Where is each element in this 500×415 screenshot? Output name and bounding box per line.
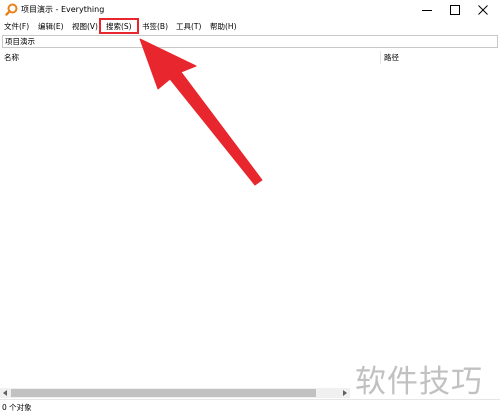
results-list[interactable] xyxy=(0,64,500,386)
window-title: 项目演示 - Everything xyxy=(21,5,105,14)
results-header: 名称 路径 xyxy=(0,51,500,64)
menu-tools[interactable]: 工具(T) xyxy=(176,21,201,32)
menu-file[interactable]: 文件(F) xyxy=(4,21,29,32)
menu-bookmarks[interactable]: 书签(B) xyxy=(142,21,168,32)
menu-bar: 文件(F) 编辑(E) 视图(V) 搜索(S) 书签(B) 工具(T) 帮助(H… xyxy=(0,20,500,33)
scrollbar-thumb[interactable] xyxy=(11,389,316,397)
column-divider[interactable] xyxy=(380,51,381,64)
watermark: 软件技巧 xyxy=(355,364,483,400)
menu-edit[interactable]: 编辑(E) xyxy=(38,21,64,32)
horizontal-scrollbar[interactable] xyxy=(0,388,350,398)
column-header-name[interactable]: 名称 xyxy=(4,52,19,63)
annotation-highlight-box xyxy=(99,18,139,34)
maximize-icon xyxy=(450,5,460,15)
title-bar: 项目演示 - Everything xyxy=(0,0,500,20)
everything-magnifier-icon xyxy=(5,3,18,16)
status-text: 0 个对象 xyxy=(2,403,32,412)
column-header-path[interactable]: 路径 xyxy=(384,52,399,63)
close-icon xyxy=(478,5,488,15)
app-window: 项目演示 - Everything 文件(F) 编辑(E) 视图(V) 搜索(S… xyxy=(0,0,500,415)
minimize-icon xyxy=(422,10,432,11)
status-bar: 0 个对象 xyxy=(0,399,500,415)
search-input[interactable]: 项目演示 xyxy=(2,35,498,48)
menu-view[interactable]: 视图(V) xyxy=(72,21,98,32)
minimize-button[interactable] xyxy=(414,0,440,20)
search-input-value: 项目演示 xyxy=(5,37,35,46)
scroll-left-icon[interactable] xyxy=(1,389,10,397)
close-button[interactable] xyxy=(470,0,496,20)
menu-help[interactable]: 帮助(H) xyxy=(210,21,237,32)
maximize-button[interactable] xyxy=(442,0,468,20)
scroll-right-icon[interactable] xyxy=(340,389,349,397)
